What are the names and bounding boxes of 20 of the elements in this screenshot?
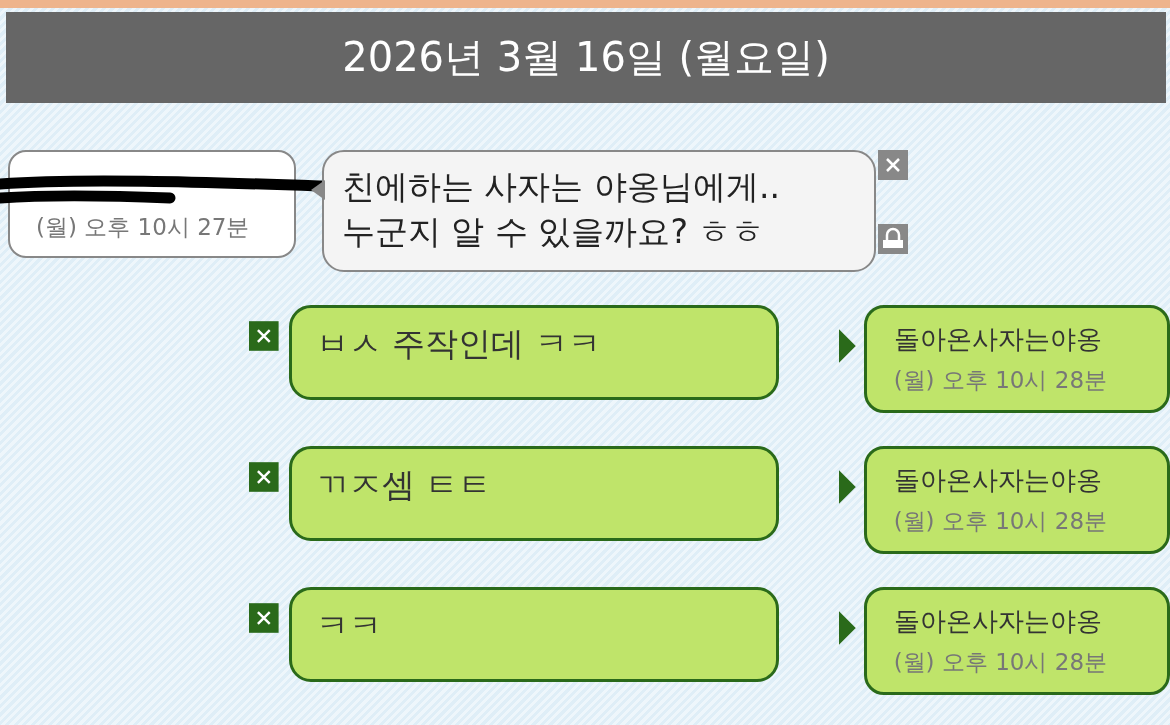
sender-name: 돌아온사자는야옹 <box>893 464 1103 497</box>
triangle-icon <box>838 470 856 504</box>
message-time: (월) 오후 10시 28분 <box>893 648 1109 677</box>
sender-name: 돌아온사자는야옹 <box>893 323 1103 356</box>
message-time: (월) 오후 10시 28분 <box>893 366 1109 395</box>
close-icon[interactable] <box>249 603 279 633</box>
sender-name: 돌아온사자는야옹 <box>893 605 1103 638</box>
triangle-icon <box>838 611 856 645</box>
triangle-icon <box>838 329 856 363</box>
date-title: 2026년 3월 16일 (월요일) <box>342 33 830 82</box>
close-icon[interactable] <box>249 462 279 492</box>
message-text: ㄲㅈ셈 ㅌㅌ <box>315 464 493 506</box>
message-text: 친에하는 사자는 야옹님에게.. 누군지 알 수 있을까요? ㅎㅎ <box>342 166 781 253</box>
message-text: ㅂㅅ 주작인데 ㅋㅋ <box>315 323 602 365</box>
close-icon[interactable] <box>249 321 279 351</box>
close-icon[interactable] <box>878 150 908 180</box>
message-time: (월) 오후 10시 28분 <box>893 507 1109 536</box>
message-text: ㅋㅋ <box>315 605 383 647</box>
lock-icon[interactable] <box>878 224 908 254</box>
message-time: (월) 오후 10시 27분 <box>36 213 251 242</box>
